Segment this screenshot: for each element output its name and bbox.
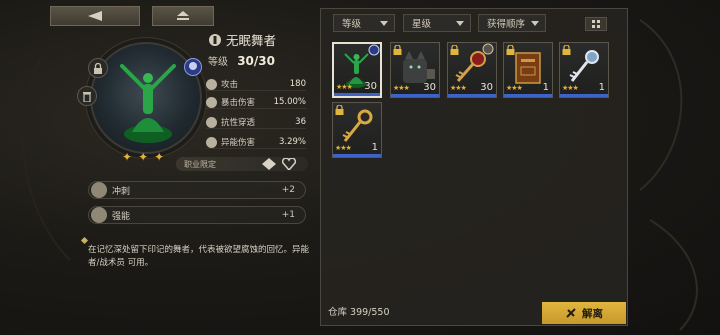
card-stars: ★★★ bbox=[335, 144, 352, 152]
avatar-icon bbox=[189, 62, 197, 70]
character-avatar bbox=[184, 58, 202, 76]
item-count: 1 bbox=[371, 142, 378, 153]
lock-button[interactable] bbox=[88, 58, 108, 78]
dismantle-icon bbox=[566, 308, 576, 318]
filter-level[interactable]: 等级 bbox=[333, 14, 395, 32]
item-count: 30 bbox=[480, 82, 493, 93]
inventory-item-golden-key[interactable]: ★★★ 1 bbox=[332, 102, 382, 158]
character-name-row: 无眠舞者 bbox=[208, 30, 276, 49]
class-b-icon bbox=[282, 158, 296, 170]
dismantle-label: 解离 bbox=[582, 307, 603, 320]
skill-empower: 强能 +1 bbox=[88, 206, 306, 224]
back-button[interactable] bbox=[50, 6, 140, 26]
star-icon: ✦ bbox=[122, 150, 133, 164]
pierce-icon bbox=[206, 116, 217, 128]
rarity-bar bbox=[448, 94, 496, 97]
inventory-item-cat-statue[interactable]: ★★★ 30 bbox=[390, 42, 440, 98]
class-a-icon bbox=[262, 158, 276, 170]
level-label: 等级 bbox=[208, 57, 228, 68]
skill-value: +1 bbox=[281, 210, 295, 220]
skill-label: 强能 bbox=[112, 211, 131, 222]
lock-icon bbox=[450, 45, 459, 55]
rarity-bar bbox=[333, 154, 381, 157]
delete-button[interactable] bbox=[77, 86, 97, 106]
empower-icon bbox=[91, 207, 107, 223]
stat-label: 异能伤害 bbox=[221, 138, 256, 148]
filter-label: 获得顺序 bbox=[487, 19, 526, 30]
item-count: 30 bbox=[364, 81, 377, 92]
dropdown-arrow-icon bbox=[531, 21, 539, 26]
star-icon: ✦ bbox=[138, 150, 149, 164]
stat-resist-pen: 抗性穿透 36 bbox=[206, 116, 306, 129]
item-count: 1 bbox=[542, 82, 549, 93]
star-icon: ✦ bbox=[154, 150, 165, 164]
stat-value: 3.29% bbox=[278, 137, 306, 147]
card-stars: ★★★ bbox=[393, 84, 410, 92]
character-name: 无眠舞者 bbox=[226, 33, 277, 48]
inventory-item-ruby-key[interactable]: ★★★ 30 bbox=[447, 42, 497, 98]
card-stars: ★★★ bbox=[336, 83, 353, 91]
item-count: 30 bbox=[423, 82, 436, 93]
skill-value: +2 bbox=[281, 185, 295, 195]
item-count: 1 bbox=[598, 82, 605, 93]
dismantle-button[interactable]: 解离 bbox=[542, 302, 626, 324]
lock-icon bbox=[335, 105, 344, 115]
skill-label: 冲刺 bbox=[112, 186, 131, 197]
class-limit-bar: 职业限定 bbox=[176, 157, 308, 171]
filter-label: 星级 bbox=[412, 19, 432, 30]
stat-value: 15.00% bbox=[273, 97, 306, 107]
ability-icon bbox=[206, 136, 217, 148]
class-emblem-icon bbox=[209, 33, 221, 46]
stat-value: 36 bbox=[295, 117, 306, 127]
crit-icon bbox=[206, 96, 217, 108]
lock-icon bbox=[562, 45, 571, 55]
inventory-item-silver-key[interactable]: ★★★ 1 bbox=[559, 42, 609, 98]
class-limit-label: 职业限定 bbox=[184, 159, 216, 169]
stat-label: 暴击伤害 bbox=[221, 98, 256, 108]
card-stars: ★★★ bbox=[562, 84, 579, 92]
lock-icon bbox=[94, 62, 102, 74]
rarity-bar bbox=[560, 94, 608, 97]
filter-stars[interactable]: 星级 bbox=[403, 14, 471, 32]
card-stars: ★★★ bbox=[506, 84, 523, 92]
rarity-bar bbox=[504, 94, 552, 97]
rarity-bar bbox=[334, 93, 380, 96]
inventory-item-dancer-statue[interactable]: ★★★ 30 bbox=[332, 42, 382, 98]
stat-label: 攻击 bbox=[221, 80, 239, 90]
grid-view-button[interactable] bbox=[585, 17, 607, 31]
stat-ability-damage: 异能伤害 3.29% bbox=[206, 136, 306, 149]
level-row: 等级 30/30 bbox=[208, 53, 275, 68]
sprint-icon bbox=[91, 182, 107, 198]
sword-icon bbox=[206, 78, 217, 90]
item-description: 在记忆深处留下印记的舞者，代表被欲望腐蚀的回忆。异能者/战术员 可用。 bbox=[88, 245, 310, 268]
character-portrait bbox=[90, 42, 202, 154]
rarity-bar bbox=[391, 94, 439, 97]
stat-crit-damage: 暴击伤害 15.00% bbox=[206, 96, 306, 109]
home-button[interactable] bbox=[152, 6, 214, 26]
star-rating: ✦ ✦ ✦ bbox=[122, 150, 164, 164]
level-value: 30 bbox=[237, 54, 254, 68]
skill-sprint: 冲刺 +2 bbox=[88, 181, 306, 199]
storage-capacity: 仓库 399/550 bbox=[328, 307, 390, 318]
lock-icon bbox=[506, 45, 515, 55]
stat-label: 抗性穿透 bbox=[221, 118, 256, 128]
grid-icon bbox=[592, 20, 600, 28]
dropdown-arrow-icon bbox=[380, 21, 388, 26]
level-max: /30 bbox=[253, 54, 275, 68]
trash-icon bbox=[83, 91, 91, 102]
card-stars: ★★★ bbox=[450, 84, 467, 92]
stat-attack: 攻击 180 bbox=[206, 78, 306, 91]
stat-value: 180 bbox=[289, 79, 306, 89]
eject-icon bbox=[177, 11, 189, 20]
filter-acquired-order[interactable]: 获得顺序 bbox=[478, 14, 546, 32]
dropdown-arrow-icon bbox=[456, 21, 464, 26]
lock-icon bbox=[393, 45, 402, 55]
back-arrow-icon bbox=[88, 11, 102, 21]
filter-label: 等级 bbox=[342, 19, 362, 30]
inventory-item-tome[interactable]: ★★★ 1 bbox=[503, 42, 553, 98]
